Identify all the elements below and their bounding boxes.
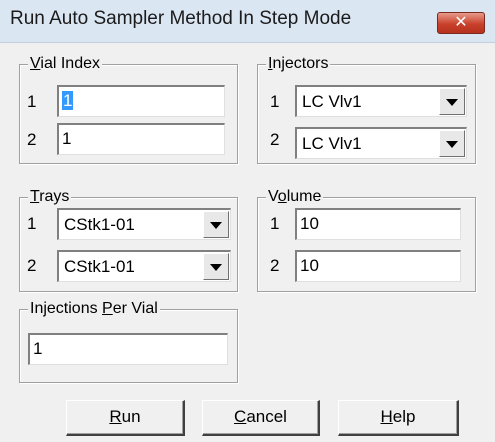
- volume-1-input[interactable]: 10: [295, 208, 461, 240]
- vial-index-legend: Vial Index: [28, 54, 102, 74]
- chevron-down-icon: [446, 99, 458, 106]
- vial-index-1-value: 1: [62, 91, 74, 110]
- trays-row-1-number: 1: [27, 214, 37, 233]
- trays-legend: Trays: [28, 187, 72, 207]
- injector-2-select[interactable]: LC Vlv1: [295, 127, 467, 159]
- tray-1-value: CStk1-01: [64, 215, 135, 234]
- injector-2-value: LC Vlv1: [302, 134, 362, 153]
- injectors-row-2-number: 2: [270, 130, 280, 149]
- vial-index-2-input[interactable]: 1: [57, 123, 225, 155]
- injector-1-value: LC Vlv1: [302, 92, 362, 111]
- tray-2-value: CStk1-01: [64, 257, 135, 276]
- injections-per-vial-input[interactable]: 1: [28, 333, 228, 365]
- close-icon: ✕: [454, 14, 468, 31]
- dialog-content: Vial Index 1 1 2 1 Injectors 1 LC Vlv1 2…: [0, 43, 495, 442]
- chevron-down-icon: [210, 222, 222, 229]
- injectors-legend: Injectors: [266, 54, 331, 74]
- vial-index-row-2-number: 2: [27, 130, 37, 149]
- trays-row-2-number: 2: [27, 256, 37, 275]
- dialog-window: Run Auto Sampler Method In Step Mode ✕ V…: [0, 0, 495, 442]
- help-button[interactable]: Help: [338, 400, 459, 436]
- injectors-row-1-number: 1: [270, 92, 280, 111]
- vial-index-1-input[interactable]: 1: [57, 85, 225, 117]
- tray-2-select[interactable]: CStk1-01: [57, 250, 231, 282]
- run-button[interactable]: Run: [66, 400, 185, 436]
- volume-group: Volume 1 10 2 10: [257, 187, 476, 292]
- tray-2-dropdown-button[interactable]: [203, 253, 229, 280]
- volume-1-value: 10: [300, 214, 319, 233]
- vial-index-row-1-number: 1: [27, 92, 37, 111]
- chevron-down-icon: [210, 264, 222, 271]
- injections-per-vial-legend: Injections Per Vial: [28, 299, 160, 319]
- injector-1-dropdown-button[interactable]: [439, 88, 465, 115]
- volume-2-value: 10: [300, 256, 319, 275]
- injectors-group: Injectors 1 LC Vlv1 2 LC Vlv1: [257, 54, 476, 164]
- injections-per-vial-value: 1: [33, 339, 43, 358]
- trays-group: Trays 1 CStk1-01 2 CStk1-01: [19, 187, 238, 292]
- volume-2-input[interactable]: 10: [295, 250, 461, 282]
- injector-1-select[interactable]: LC Vlv1: [295, 85, 467, 117]
- vial-index-2-value: 1: [62, 129, 72, 148]
- volume-legend: Volume: [266, 187, 324, 207]
- cancel-button[interactable]: Cancel: [202, 400, 320, 436]
- volume-row-1-number: 1: [270, 214, 280, 233]
- chevron-down-icon: [446, 141, 458, 148]
- vial-index-group: Vial Index 1 1 2 1: [19, 54, 238, 164]
- title-bar[interactable]: Run Auto Sampler Method In Step Mode ✕: [0, 0, 495, 43]
- tray-1-select[interactable]: CStk1-01: [57, 208, 231, 240]
- window-title: Run Auto Sampler Method In Step Mode: [10, 8, 352, 29]
- injections-per-vial-group: Injections Per Vial 1: [19, 299, 238, 383]
- close-button[interactable]: ✕: [437, 12, 485, 34]
- injector-2-dropdown-button[interactable]: [439, 130, 465, 157]
- volume-row-2-number: 2: [270, 256, 280, 275]
- tray-1-dropdown-button[interactable]: [203, 211, 229, 238]
